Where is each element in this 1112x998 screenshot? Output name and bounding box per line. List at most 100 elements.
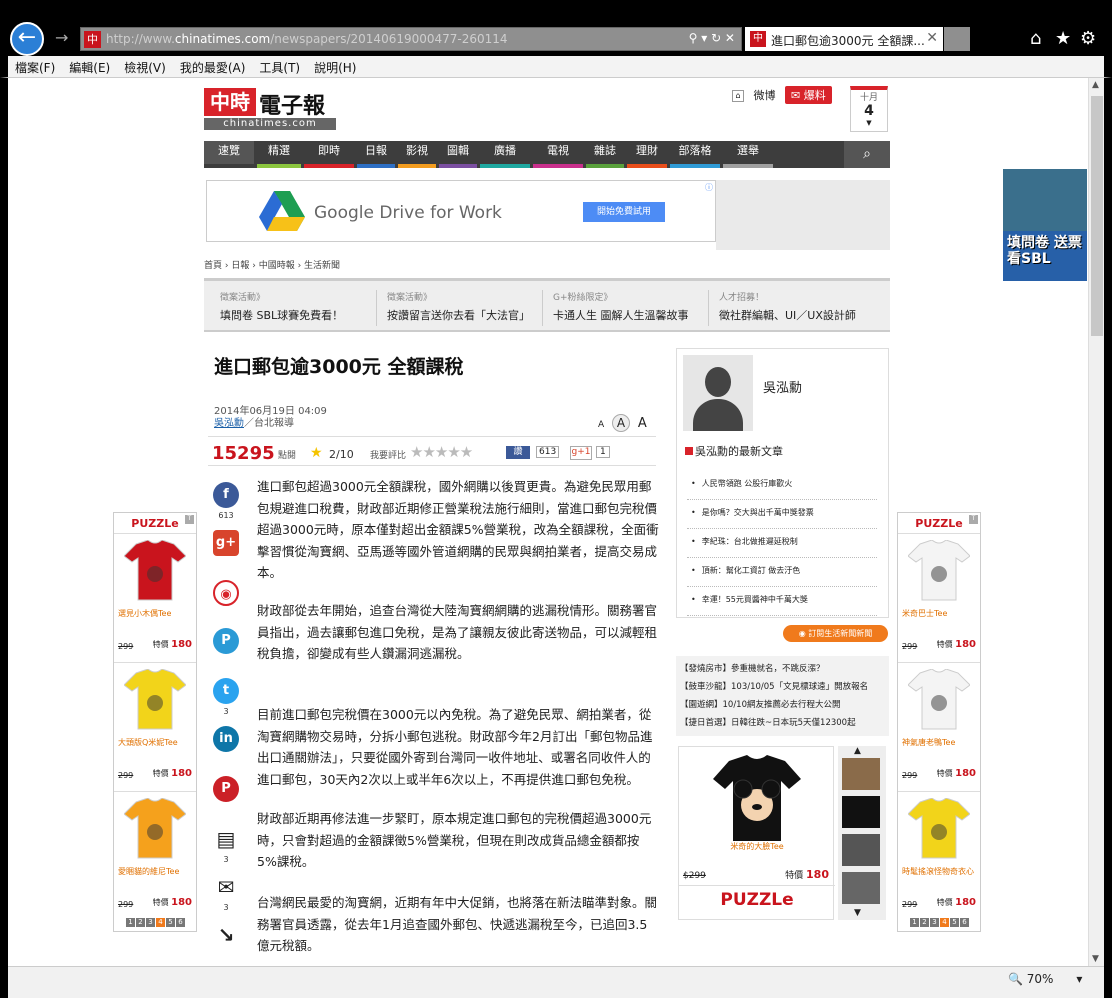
favorites-star-icon[interactable]: ★ xyxy=(1055,28,1071,49)
settings-gear-icon[interactable]: ⚙ xyxy=(1080,28,1096,49)
page-button[interactable]: 3 xyxy=(146,918,155,927)
page-button[interactable]: 2 xyxy=(920,918,929,927)
site-logo[interactable]: 中時 電子報 chinatimes.com xyxy=(204,88,336,130)
page-button[interactable]: 1 xyxy=(910,918,919,927)
nav-item-1[interactable]: 精選 xyxy=(257,141,301,168)
right-side-ad[interactable]: PUZZLe T 米奇巴士Tee 299 特價 180 神氣唐老鴨Tee 299 特價 1… xyxy=(897,512,981,932)
promo-item[interactable]: 人才招募！ 徵社群編輯、UI／UX設計師 xyxy=(708,290,888,326)
breadcrumb-daily[interactable]: 日報 xyxy=(231,261,249,271)
breadcrumb-chinatimes[interactable]: 中國時報 xyxy=(259,261,295,271)
page-button[interactable]: 4 xyxy=(156,918,165,927)
list-item[interactable]: 李紀珠：台北做推遲延稅制 xyxy=(687,529,877,558)
nav-item-5[interactable]: 圖輯 xyxy=(439,141,477,168)
home-link-icon[interactable]: ⌂ xyxy=(732,90,744,102)
date-widget[interactable]: 十月 4 ▼ xyxy=(850,86,888,132)
page-button[interactable]: 5 xyxy=(950,918,959,927)
page-button[interactable]: 1 xyxy=(126,918,135,927)
home-icon[interactable]: ⌂ xyxy=(1030,28,1041,49)
page-button[interactable]: 3 xyxy=(930,918,939,927)
list-item[interactable]: 人民幣領跑 公股行庫歡火 xyxy=(687,471,877,500)
gplus-button[interactable]: g+1 xyxy=(570,446,592,460)
scroll-thumb[interactable] xyxy=(1091,96,1103,336)
nav-item-11[interactable]: 選舉 xyxy=(723,141,773,168)
promo-item[interactable]: 徵案活動》 填問卷 SBL球賽免費看！ xyxy=(210,290,380,326)
page-button[interactable]: 5 xyxy=(166,918,175,927)
mail-icon[interactable]: ✉ xyxy=(213,874,239,900)
new-tab-button[interactable] xyxy=(944,27,970,51)
back-button[interactable]: ← xyxy=(10,22,44,56)
thumbs-down-icon[interactable]: ▼ xyxy=(854,908,861,918)
nav-item-10[interactable]: 部落格 xyxy=(670,141,720,168)
left-side-ad[interactable]: PUZZLe T 選見小木偶Tee 299 特價 180 大頭版Q米妮Tee 299 特價… xyxy=(113,512,197,932)
facebook-share-icon[interactable]: f xyxy=(213,482,239,508)
breadcrumb-life[interactable]: 生活新聞 xyxy=(304,261,340,271)
comment-icon[interactable]: ▤ xyxy=(213,826,239,852)
thumbnail[interactable] xyxy=(842,758,880,790)
nav-item-2[interactable]: 即時 xyxy=(304,141,354,168)
subscribe-button[interactable]: ◉ 訂閱生活新聞新聞 xyxy=(783,625,888,642)
page-button[interactable]: 4 xyxy=(940,918,949,927)
side-ad-item[interactable]: 神氣唐老鴨Tee 299 特價 180 xyxy=(898,662,980,791)
nav-item-0[interactable]: 速覽 xyxy=(204,141,254,168)
ad-info-icon[interactable]: ⓘ xyxy=(705,182,713,193)
page-button[interactable]: 2 xyxy=(136,918,145,927)
weibo-share-icon[interactable]: ◉ xyxy=(213,580,239,606)
ad-tag-icon[interactable]: T xyxy=(969,515,978,524)
list-item[interactable]: 頂新：幫化工資訂 做去汙色 xyxy=(687,558,877,587)
font-medium-button[interactable]: A xyxy=(612,414,630,432)
linkedin-share-icon[interactable]: in xyxy=(213,726,239,752)
author-link[interactable]: 吳泓勳 xyxy=(214,418,244,429)
author-name[interactable]: 吳泓勳 xyxy=(763,377,802,396)
nav-item-7[interactable]: 電視 xyxy=(533,141,583,168)
tab-close-icon[interactable]: ✕ xyxy=(926,30,938,46)
nav-item-3[interactable]: 日報 xyxy=(357,141,395,168)
nav-item-9[interactable]: 理財 xyxy=(627,141,667,168)
nav-search-icon[interactable]: ⌕ xyxy=(844,141,890,168)
side-ad-item[interactable]: 時髦搖滾怪物奇衣心 299 特價 180 xyxy=(898,791,980,920)
promo-item[interactable]: G+粉絲限定》 卡通人生 圖解人生溫馨故事 xyxy=(542,290,712,326)
ad-cta-button[interactable]: 開始免費試用 xyxy=(583,202,665,222)
weibo-link[interactable]: 微博 xyxy=(754,89,776,102)
print-icon[interactable]: ↘ xyxy=(213,922,239,948)
author-avatar[interactable] xyxy=(683,355,753,431)
scroll-down-icon[interactable]: ▼ xyxy=(1092,954,1099,964)
thumbnail[interactable] xyxy=(842,834,880,866)
sponsored-link[interactable]: 【園遊網】10/10網友推薦必去行程大公開 xyxy=(680,696,885,714)
thumbs-up-icon[interactable]: ▲ xyxy=(854,746,861,756)
list-item[interactable]: 是你嗎？交大與出千萬中獎發票 xyxy=(687,500,877,529)
breadcrumb-home[interactable]: 首頁 xyxy=(204,261,222,271)
google-drive-ad[interactable]: Google Drive for Work 開始免費試用 ⓘ xyxy=(206,180,716,242)
thumbnail[interactable] xyxy=(842,796,880,828)
nav-item-4[interactable]: 影視 xyxy=(398,141,436,168)
page-button[interactable]: 6 xyxy=(176,918,185,927)
browser-tab-active[interactable]: 中 進口郵包逾3000元 全額課... ✕ xyxy=(745,27,943,51)
url-text[interactable]: http://www.chinatimes.com/newspapers/201… xyxy=(106,32,508,46)
shirt-ad-widget[interactable]: 米奇的大臉Tee $299 特價 180 PUZZLe xyxy=(678,746,835,920)
plurk-share-icon[interactable]: P xyxy=(213,628,239,654)
rating-stars[interactable]: ★★★★★ xyxy=(410,443,473,461)
nav-item-6[interactable]: 廣播 xyxy=(480,141,530,168)
vertical-scrollbar[interactable]: ▲ ▼ xyxy=(1088,78,1104,966)
side-ad-item[interactable]: 米奇巴士Tee 299 特價 180 xyxy=(898,533,980,662)
nav-item-8[interactable]: 雜誌 xyxy=(586,141,624,168)
baoliao-button[interactable]: ✉ 爆料 xyxy=(785,86,832,104)
pinterest-share-icon[interactable]: P xyxy=(213,776,239,802)
menu-view[interactable]: 檢視(V) xyxy=(117,56,173,79)
sponsored-link[interactable]: 【發燒房市】參重機就名，不跳反漲？ xyxy=(680,660,885,678)
sponsored-link[interactable]: 【鼓車沙龍】103/10/05「文見標球遠」開放報名 xyxy=(680,678,885,696)
date-dropdown-icon[interactable]: ▼ xyxy=(851,119,887,127)
search-refresh-controls[interactable]: ⚲ ▾ ↻ ✕ xyxy=(689,31,735,45)
twitter-share-icon[interactable]: t xyxy=(213,678,239,704)
side-ad-item[interactable]: 選見小木偶Tee 299 特價 180 xyxy=(114,533,196,662)
menu-help[interactable]: 說明(H) xyxy=(307,56,363,79)
page-button[interactable]: 6 xyxy=(960,918,969,927)
thumbnail[interactable] xyxy=(842,872,880,904)
forward-button[interactable]: → xyxy=(55,28,68,47)
scroll-up-icon[interactable]: ▲ xyxy=(1092,80,1099,90)
ad-tag-icon[interactable]: T xyxy=(185,515,194,524)
promo-item[interactable]: 徵案活動》 按讚留言送你去看「大法官」 xyxy=(376,290,546,326)
menu-file[interactable]: 檔案(F) xyxy=(8,56,62,79)
fb-like-button[interactable]: 讚 xyxy=(506,446,530,459)
menu-tools[interactable]: 工具(T) xyxy=(252,56,307,79)
menu-edit[interactable]: 編輯(E) xyxy=(62,56,117,79)
